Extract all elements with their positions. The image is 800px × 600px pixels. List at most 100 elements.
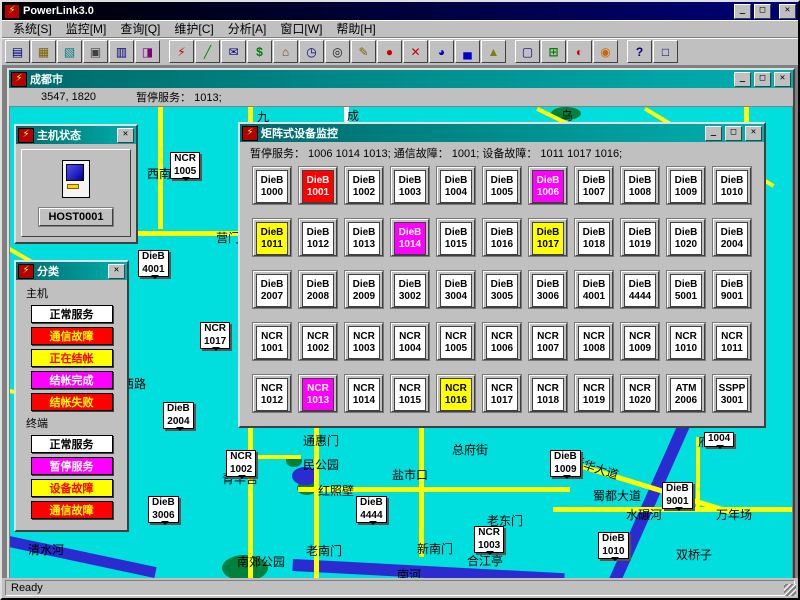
- lightning-icon[interactable]: ⚡: [169, 40, 194, 63]
- edit-icon[interactable]: ✎: [351, 40, 376, 63]
- device-button[interactable]: DieB1008: [621, 167, 659, 204]
- device-button[interactable]: DieB1011: [253, 219, 291, 256]
- device-button[interactable]: NCR1011: [713, 323, 751, 360]
- device-button[interactable]: NCR1012: [253, 375, 291, 412]
- device-button[interactable]: DieB9001: [713, 271, 751, 308]
- record-icon[interactable]: ●: [377, 40, 402, 63]
- save-icon[interactable]: ▧: [57, 40, 82, 63]
- host-close-button[interactable]: ✕: [117, 128, 134, 143]
- device-button[interactable]: DieB1002: [345, 167, 383, 204]
- search-icon[interactable]: ◎: [325, 40, 350, 63]
- device-marker[interactable]: 1004: [704, 432, 734, 447]
- device-button[interactable]: NCR1019: [575, 375, 613, 412]
- device-button[interactable]: NCR1009: [621, 323, 659, 360]
- host-button[interactable]: HOST0001: [39, 208, 112, 226]
- device-button[interactable]: NCR1015: [391, 375, 429, 412]
- device-button[interactable]: SSPP3001: [713, 375, 751, 412]
- device-button[interactable]: DieB1016: [483, 219, 521, 256]
- menu-system[interactable]: 系统[S]: [6, 19, 59, 38]
- device-button[interactable]: DieB1004: [437, 167, 475, 204]
- device-button[interactable]: NCR1002: [299, 323, 337, 360]
- device-marker[interactable]: NCR1003: [474, 526, 504, 553]
- device-button[interactable]: DieB5001: [667, 271, 705, 308]
- minimize-button[interactable]: _: [734, 4, 751, 19]
- maximize-button[interactable]: □: [754, 4, 771, 19]
- device-button[interactable]: DieB1012: [299, 219, 337, 256]
- report-icon[interactable]: ▲: [481, 40, 506, 63]
- device-button[interactable]: DieB1013: [345, 219, 383, 256]
- open-map-icon[interactable]: ▦: [31, 40, 56, 63]
- device-button[interactable]: NCR1018: [529, 375, 567, 412]
- clock-icon[interactable]: ◷: [299, 40, 324, 63]
- device-button[interactable]: DieB2007: [253, 271, 291, 308]
- device-button[interactable]: NCR1020: [621, 375, 659, 412]
- money-icon[interactable]: $: [247, 40, 272, 63]
- device-marker[interactable]: DieB1010: [598, 532, 629, 559]
- line-chart-icon[interactable]: ╱: [195, 40, 220, 63]
- mail-icon[interactable]: ✉: [221, 40, 246, 63]
- help-icon[interactable]: ?: [627, 40, 652, 63]
- resize-grip[interactable]: [784, 584, 796, 596]
- delete-icon[interactable]: ✕: [403, 40, 428, 63]
- device-button[interactable]: DieB1007: [575, 167, 613, 204]
- device-marker[interactable]: DieB3006: [148, 496, 179, 523]
- export-icon[interactable]: ◨: [135, 40, 160, 63]
- bar-chart-icon[interactable]: ▄: [455, 40, 480, 63]
- device-marker[interactable]: NCR1005: [170, 152, 200, 179]
- device-button[interactable]: DieB2004: [713, 219, 751, 256]
- alarm-icon[interactable]: ◉: [593, 40, 618, 63]
- close-button[interactable]: ✕: [779, 4, 796, 19]
- device-button[interactable]: NCR1017: [483, 375, 521, 412]
- matrix-icon[interactable]: ⊞: [541, 40, 566, 63]
- device-marker[interactable]: NCR1017: [200, 322, 230, 349]
- menu-maintain[interactable]: 维护[C]: [167, 19, 220, 38]
- device-button[interactable]: DieB1006: [529, 167, 567, 204]
- device-button[interactable]: ATM2006: [667, 375, 705, 412]
- device-button[interactable]: DieB3002: [391, 271, 429, 308]
- device-button[interactable]: DieB2009: [345, 271, 383, 308]
- device-marker[interactable]: DieB4001: [138, 250, 169, 277]
- device-button[interactable]: NCR1008: [575, 323, 613, 360]
- menu-query[interactable]: 查询[Q]: [113, 19, 167, 38]
- device-button[interactable]: DieB1018: [575, 219, 613, 256]
- device-button[interactable]: DieB4444: [621, 271, 659, 308]
- device-button[interactable]: NCR1003: [345, 323, 383, 360]
- menu-window[interactable]: 窗口[W]: [273, 19, 329, 38]
- device-button[interactable]: DieB1009: [667, 167, 705, 204]
- device-button[interactable]: NCR1010: [667, 323, 705, 360]
- device-button[interactable]: DieB4001: [575, 271, 613, 308]
- menu-monitor[interactable]: 监控[M]: [59, 19, 114, 38]
- device-button[interactable]: DieB1017: [529, 219, 567, 256]
- device-button[interactable]: NCR1006: [483, 323, 521, 360]
- device-marker[interactable]: NCR1002: [226, 450, 256, 477]
- device-button[interactable]: DieB1000: [253, 167, 291, 204]
- status-icon[interactable]: ◐: [567, 40, 592, 63]
- device-button[interactable]: NCR1013: [299, 375, 337, 412]
- map-close-button[interactable]: ✕: [774, 72, 791, 87]
- pie-chart-icon[interactable]: ◕: [429, 40, 454, 63]
- device-marker[interactable]: DieB4444: [356, 496, 387, 523]
- window-icon[interactable]: □: [653, 40, 678, 63]
- device-button[interactable]: DieB2008: [299, 271, 337, 308]
- menu-analyze[interactable]: 分析[A]: [221, 19, 274, 38]
- device-button[interactable]: NCR1004: [391, 323, 429, 360]
- device-button[interactable]: NCR1005: [437, 323, 475, 360]
- device-button[interactable]: DieB1010: [713, 167, 751, 204]
- matrix-minimize-button[interactable]: _: [705, 126, 722, 141]
- device-button[interactable]: DieB1014: [391, 219, 429, 256]
- device-button[interactable]: NCR1014: [345, 375, 383, 412]
- device-button[interactable]: DieB3006: [529, 271, 567, 308]
- printer-icon[interactable]: ▣: [83, 40, 108, 63]
- matrix-maximize-button[interactable]: □: [725, 126, 742, 141]
- new-icon[interactable]: ▤: [5, 40, 30, 63]
- device-button[interactable]: DieB1003: [391, 167, 429, 204]
- device-marker[interactable]: DieB9001: [662, 482, 693, 509]
- device-button[interactable]: DieB1015: [437, 219, 475, 256]
- device-button[interactable]: DieB1019: [621, 219, 659, 256]
- device-button[interactable]: NCR1016: [437, 375, 475, 412]
- matrix-close-button[interactable]: ✕: [745, 126, 762, 141]
- bank-icon[interactable]: ⌂: [273, 40, 298, 63]
- device-button[interactable]: NCR1001: [253, 323, 291, 360]
- monitor-icon[interactable]: ▢: [515, 40, 540, 63]
- preview-icon[interactable]: ▥: [109, 40, 134, 63]
